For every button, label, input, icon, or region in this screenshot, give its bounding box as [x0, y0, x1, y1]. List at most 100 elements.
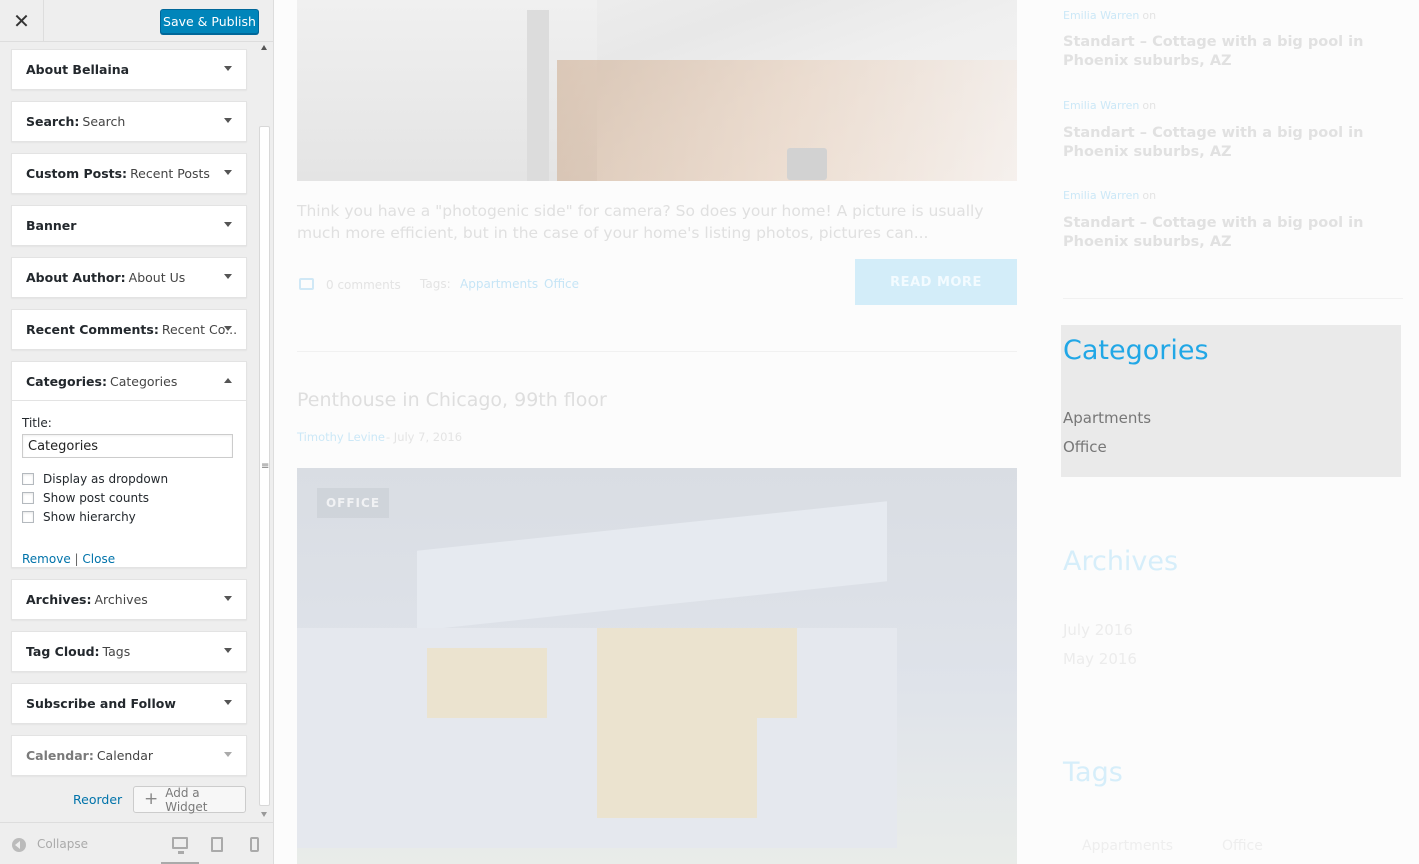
chevron-up-icon[interactable] — [224, 378, 232, 383]
widget-title: Custom Posts: Recent Posts — [12, 154, 246, 193]
scroll-up-icon[interactable] — [261, 45, 267, 50]
widget-subscribe-follow[interactable]: Subscribe and Follow — [11, 683, 247, 724]
widget-name: About Author: — [26, 270, 126, 285]
recent-post-author[interactable]: Emilia Warren on — [1063, 99, 1156, 112]
archive-link[interactable]: May 2016 — [1063, 650, 1137, 668]
show-post-counts-option[interactable]: Show post counts — [22, 491, 149, 505]
remove-link[interactable]: Remove — [22, 552, 71, 566]
chevron-down-icon[interactable] — [224, 118, 232, 123]
collapse-button[interactable]: Collapse — [37, 837, 88, 851]
add-widget-button[interactable]: + Add a Widget — [133, 785, 246, 814]
close-link[interactable]: Close — [82, 552, 115, 566]
chevron-down-icon[interactable] — [224, 222, 232, 227]
category-link[interactable]: Apartments — [1063, 409, 1151, 427]
widget-search[interactable]: Search: Search — [11, 101, 247, 142]
link-separator: | — [74, 552, 79, 566]
tag-link[interactable]: Office — [1222, 838, 1263, 854]
widget-title: Banner — [12, 206, 246, 245]
read-more-button[interactable]: READ MORE — [855, 259, 1017, 305]
checkbox-label: Display as dropdown — [43, 472, 169, 486]
post-author[interactable]: Timothy Levine — [297, 430, 385, 444]
categories-heading: Categories — [1063, 335, 1209, 366]
author-name[interactable]: Emilia Warren — [1063, 9, 1139, 22]
chevron-down-icon[interactable] — [224, 596, 232, 601]
widget-name: Banner — [26, 218, 77, 233]
widget-name: About Bellaina — [26, 62, 130, 77]
close-icon[interactable]: ✕ — [0, 0, 44, 42]
author-name[interactable]: Emilia Warren — [1063, 99, 1139, 112]
archive-link[interactable]: July 2016 — [1063, 621, 1133, 639]
category-badge[interactable]: OFFICE — [317, 488, 389, 518]
comments-count[interactable]: 0 comments — [326, 278, 401, 292]
post-title[interactable]: Penthouse in Chicago, 99th floor — [297, 389, 607, 411]
tags-heading: Tags — [1063, 757, 1123, 788]
chevron-down-icon[interactable] — [224, 752, 232, 757]
mobile-preview-icon[interactable] — [250, 837, 259, 852]
author-name[interactable]: Emilia Warren — [1063, 189, 1139, 202]
widget-title: Subscribe and Follow — [12, 684, 246, 723]
recent-post-title[interactable]: Standart – Cottage with a big pool in Ph… — [1063, 214, 1383, 252]
title-label: Title: — [22, 416, 52, 430]
widget-title[interactable]: Categories: Categories — [12, 362, 246, 401]
category-link[interactable]: Office — [1063, 438, 1107, 456]
image-house-top — [417, 501, 887, 631]
widget-name: Calendar: — [26, 748, 94, 763]
add-widget-label: Add a Widget — [165, 785, 208, 814]
widget-categories: Categories:Categories Title: Display as … — [11, 361, 247, 568]
chevron-down-icon[interactable] — [224, 700, 232, 705]
scrollbar[interactable] — [258, 44, 272, 820]
widget-subtitle: Search — [82, 114, 126, 129]
archives-heading: Archives — [1063, 546, 1179, 577]
customizer-header: ✕ Save & Publish — [0, 0, 273, 42]
tag-link[interactable]: Office — [544, 277, 579, 291]
recent-post-title[interactable]: Standart – Cottage with a big pool in Ph… — [1063, 33, 1383, 71]
scroll-down-icon[interactable] — [261, 812, 267, 817]
title-input[interactable] — [22, 434, 233, 458]
widget-tag-cloud[interactable]: Tag Cloud: Tags — [11, 631, 247, 672]
widget-banner[interactable]: Banner — [11, 205, 247, 246]
display-dropdown-option[interactable]: Display as dropdown — [22, 472, 168, 486]
collapse-icon[interactable] — [12, 838, 26, 852]
customizer-sidebar: ✕ Save & Publish About Bellaina Search: S… — [0, 0, 274, 864]
image-wall — [297, 0, 597, 181]
widget-about-author[interactable]: About Author: About Us — [11, 257, 247, 298]
widget-name: Archives: — [26, 592, 92, 607]
widget-name: Categories: — [26, 373, 107, 389]
desktop-preview-icon[interactable] — [172, 837, 188, 854]
display-dropdown-checkbox[interactable] — [22, 473, 34, 485]
reorder-link[interactable]: Reorder — [73, 792, 122, 807]
on-text: on — [1142, 99, 1157, 112]
chevron-down-icon[interactable] — [224, 66, 232, 71]
save-publish-button[interactable]: Save & Publish — [160, 9, 259, 34]
widget-calendar[interactable]: Calendar: Calendar — [11, 735, 247, 776]
widget-archives[interactable]: Archives: Archives — [11, 579, 247, 620]
chevron-down-icon[interactable] — [224, 648, 232, 653]
recent-post-author[interactable]: Emilia Warren on — [1063, 9, 1156, 22]
customizer-footer: Collapse — [0, 822, 273, 864]
image-window — [427, 648, 547, 718]
checkbox-label: Show hierarchy — [43, 510, 136, 524]
widget-custom-posts[interactable]: Custom Posts: Recent Posts — [11, 153, 247, 194]
tablet-preview-icon[interactable] — [211, 837, 223, 852]
widget-about-bellaina[interactable]: About Bellaina — [11, 49, 247, 90]
image-column — [527, 10, 549, 181]
tag-link[interactable]: Appartments — [1082, 838, 1173, 854]
chevron-down-icon[interactable] — [224, 170, 232, 175]
chevron-down-icon[interactable] — [224, 326, 232, 331]
chevron-down-icon[interactable] — [224, 274, 232, 279]
widget-title: Recent Comments: Recent Co... — [12, 310, 246, 349]
widget-title: About Author: About Us — [12, 258, 246, 297]
post-featured-image[interactable]: OFFICE — [297, 468, 1017, 864]
widget-subtitle: Recent Posts — [130, 166, 210, 181]
show-hierarchy-checkbox[interactable] — [22, 511, 34, 523]
widget-actions: Remove | Close — [22, 552, 115, 566]
tag-link[interactable]: Appartments — [460, 277, 538, 291]
show-hierarchy-option[interactable]: Show hierarchy — [22, 510, 136, 524]
widget-recent-comments[interactable]: Recent Comments: Recent Co... — [11, 309, 247, 350]
show-post-counts-checkbox[interactable] — [22, 492, 34, 504]
widget-title: Archives: Archives — [12, 580, 246, 619]
recent-post-title[interactable]: Standart – Cottage with a big pool in Ph… — [1063, 124, 1383, 162]
recent-post-author[interactable]: Emilia Warren on — [1063, 189, 1156, 202]
widget-subtitle: Tags — [102, 644, 131, 659]
comment-icon — [299, 278, 314, 290]
